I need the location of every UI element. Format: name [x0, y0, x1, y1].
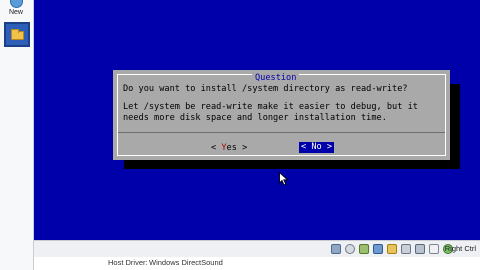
mouse-cursor-icon: [279, 172, 289, 186]
new-vm-label: New: [8, 9, 23, 16]
new-vm-button[interactable]: New: [2, 0, 30, 18]
display-icon[interactable]: [401, 244, 411, 254]
question-dialog: Question Do you want to install /system …: [113, 70, 450, 160]
dialog-title: Question: [252, 74, 300, 83]
usb-icon[interactable]: [359, 244, 369, 254]
host-driver-value: Windows DirectSound: [149, 258, 223, 267]
optical-drive-icon[interactable]: [345, 244, 355, 254]
yes-button-prefix: <: [211, 143, 222, 153]
video-capture-icon[interactable]: [415, 244, 425, 254]
mouse-integration-icon[interactable]: [429, 244, 439, 254]
no-button-prefix: <: [301, 142, 312, 152]
network-icon[interactable]: [373, 244, 383, 254]
new-vm-icon: [10, 0, 23, 8]
hard-disk-icon[interactable]: [331, 244, 341, 254]
detail-text-line-1: Let /system be read-write make it easier…: [123, 102, 418, 112]
detail-text-line-2: needs more disk space and longer install…: [123, 113, 387, 123]
question-text: Do you want to install /system directory…: [123, 84, 408, 94]
vm-manager-toolbar: New: [0, 0, 34, 270]
host-driver-label: Host Driver:: [108, 258, 148, 267]
yes-button[interactable]: < Yes >: [211, 143, 247, 154]
host-key-label: Right Ctrl: [444, 244, 476, 253]
folder-icon: [11, 29, 24, 40]
vm-console-screen[interactable]: Question Do you want to install /system …: [34, 0, 480, 240]
no-button-rest: o >: [316, 142, 333, 152]
vm-list-item[interactable]: [4, 22, 30, 47]
yes-button-rest: es >: [226, 143, 248, 153]
vm-details-panel: Host Driver: Windows DirectSound: [34, 257, 480, 270]
vm-status-bar: Right Ctrl: [34, 240, 480, 257]
button-bar-divider: [118, 132, 445, 133]
no-button[interactable]: < No >: [299, 142, 335, 153]
shared-folders-icon[interactable]: [387, 244, 397, 254]
